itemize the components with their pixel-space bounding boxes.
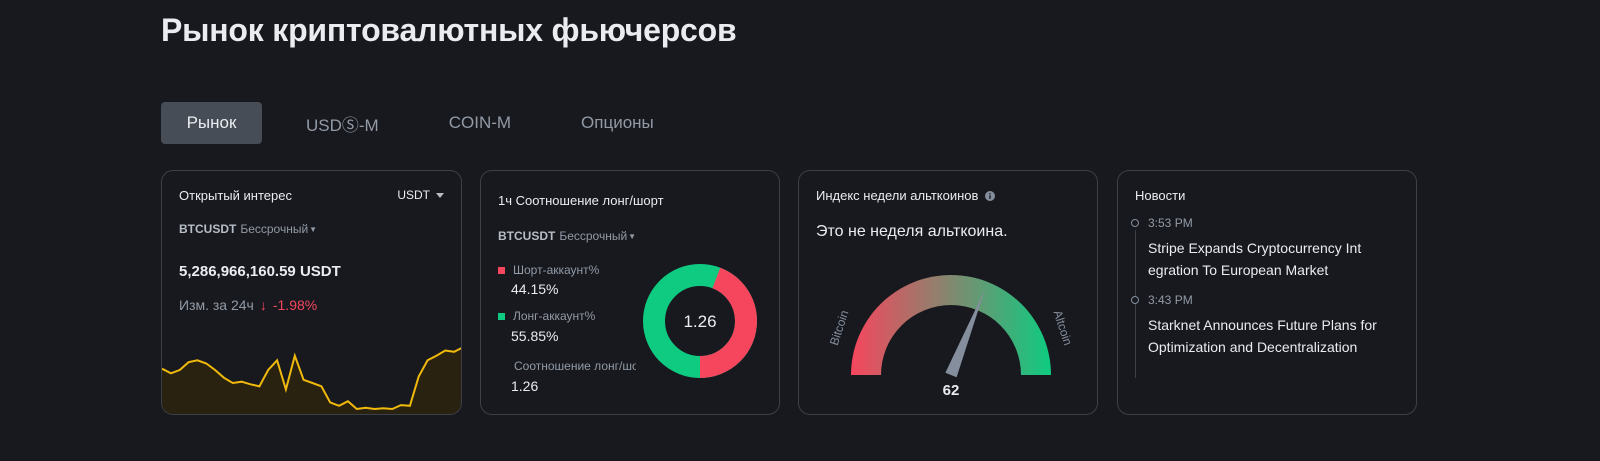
altcoin-gauge: Bitcoin Altcoin 62	[827, 275, 1075, 399]
tab-market[interactable]: Рынок	[161, 102, 262, 144]
news-time: 3:53 PM	[1148, 216, 1193, 230]
altcoin-season-card[interactable]: Индекс недели альткоинов Это не неделя а…	[798, 170, 1098, 415]
long-short-title: 1ч Соотношение лонг/шорт	[498, 193, 664, 208]
unit-select[interactable]: USDT	[397, 188, 444, 202]
news-time: 3:43 PM	[1148, 293, 1193, 307]
legend-short: Шорт-аккаунт%	[498, 263, 599, 277]
info-icon[interactable]	[985, 191, 996, 201]
chevron-down-icon: ▼	[628, 231, 637, 241]
news-item[interactable]: 3:53 PM Stripe Expands Cryptocurrency In…	[1131, 216, 1406, 281]
news-headline[interactable]: Starknet Announces Future Plans for Opti…	[1148, 314, 1406, 358]
open-interest-change: Изм. за 24ч ↓ -1.98%	[179, 297, 317, 313]
contract-type: Бессрочный	[559, 229, 628, 243]
open-interest-value: 5,286,966,160.59 USDT	[179, 263, 341, 280]
change-value: -1.98%	[272, 297, 318, 313]
open-interest-card[interactable]: Открытый интерес USDT BTCUSDT Бессрочный…	[161, 170, 462, 415]
contract-type: Бессрочный	[240, 222, 309, 236]
gauge-arc	[851, 275, 1051, 375]
market-tabs: Рынок USDⓈ-M COIN-M Опционы	[161, 102, 698, 144]
gauge-right-label: Altcoin	[1051, 308, 1075, 347]
news-list: 3:53 PM Stripe Expands Cryptocurrency In…	[1131, 216, 1406, 370]
gauge-value: 62	[943, 382, 960, 399]
tab-options[interactable]: Опционы	[555, 102, 680, 144]
news-headline[interactable]: Stripe Expands Cryptocurrency Int egrati…	[1148, 237, 1406, 281]
short-value: 44.15%	[511, 281, 559, 297]
altcoin-season-title-text: Индекс недели альткоинов	[816, 188, 979, 203]
gauge-left-label: Bitcoin	[827, 308, 851, 347]
ratio-value: 1.26	[511, 378, 539, 394]
long-swatch	[498, 312, 505, 320]
altcoin-season-title: Индекс недели альткоинов	[816, 188, 996, 203]
long-short-card[interactable]: 1ч Соотношение лонг/шорт BTCUSDT Бессроч…	[480, 170, 780, 415]
short-label: Шорт-аккаунт%	[513, 263, 600, 277]
open-interest-title: Открытый интерес	[179, 188, 292, 203]
timeline-dot-icon	[1131, 219, 1139, 227]
chevron-down-icon	[436, 192, 444, 198]
symbol-selector[interactable]: BTCUSDT Бессрочный ▼	[498, 229, 636, 243]
long-label: Лонг-аккаунт%	[513, 309, 596, 323]
news-card[interactable]: Новости 3:53 PM Stripe Expands Cryptocur…	[1117, 170, 1417, 415]
news-item[interactable]: 3:43 PM Starknet Announces Future Plans …	[1131, 293, 1406, 358]
symbol-name: BTCUSDT	[498, 229, 556, 243]
ratio-label: Соотношение лонг/шорт	[514, 359, 636, 373]
arrow-down-icon: ↓	[259, 297, 267, 313]
chevron-down-icon: ▼	[309, 224, 318, 234]
news-title: Новости	[1135, 188, 1186, 203]
altcoin-season-message: Это не неделя альткоина.	[816, 223, 1008, 240]
symbol-selector[interactable]: BTCUSDT Бессрочный ▼	[179, 222, 317, 236]
page-title: Рынок криптовалютных фьючерсов	[161, 12, 737, 48]
change-label: Изм. за 24ч	[179, 297, 254, 313]
legend-long: Лонг-аккаунт%	[498, 309, 595, 323]
open-interest-sparkline	[162, 347, 461, 414]
long-short-donut: 1.26	[643, 264, 757, 378]
symbol-name: BTCUSDT	[179, 222, 237, 236]
donut-center-value: 1.26	[683, 312, 716, 331]
unit-select-value: USDT	[397, 188, 430, 202]
timeline-dot-icon	[1131, 296, 1139, 304]
tab-usds-m[interactable]: USDⓈ-M	[280, 102, 405, 144]
long-value: 55.85%	[511, 328, 559, 344]
tab-coin-m[interactable]: COIN-M	[423, 102, 537, 144]
short-swatch	[498, 266, 505, 274]
